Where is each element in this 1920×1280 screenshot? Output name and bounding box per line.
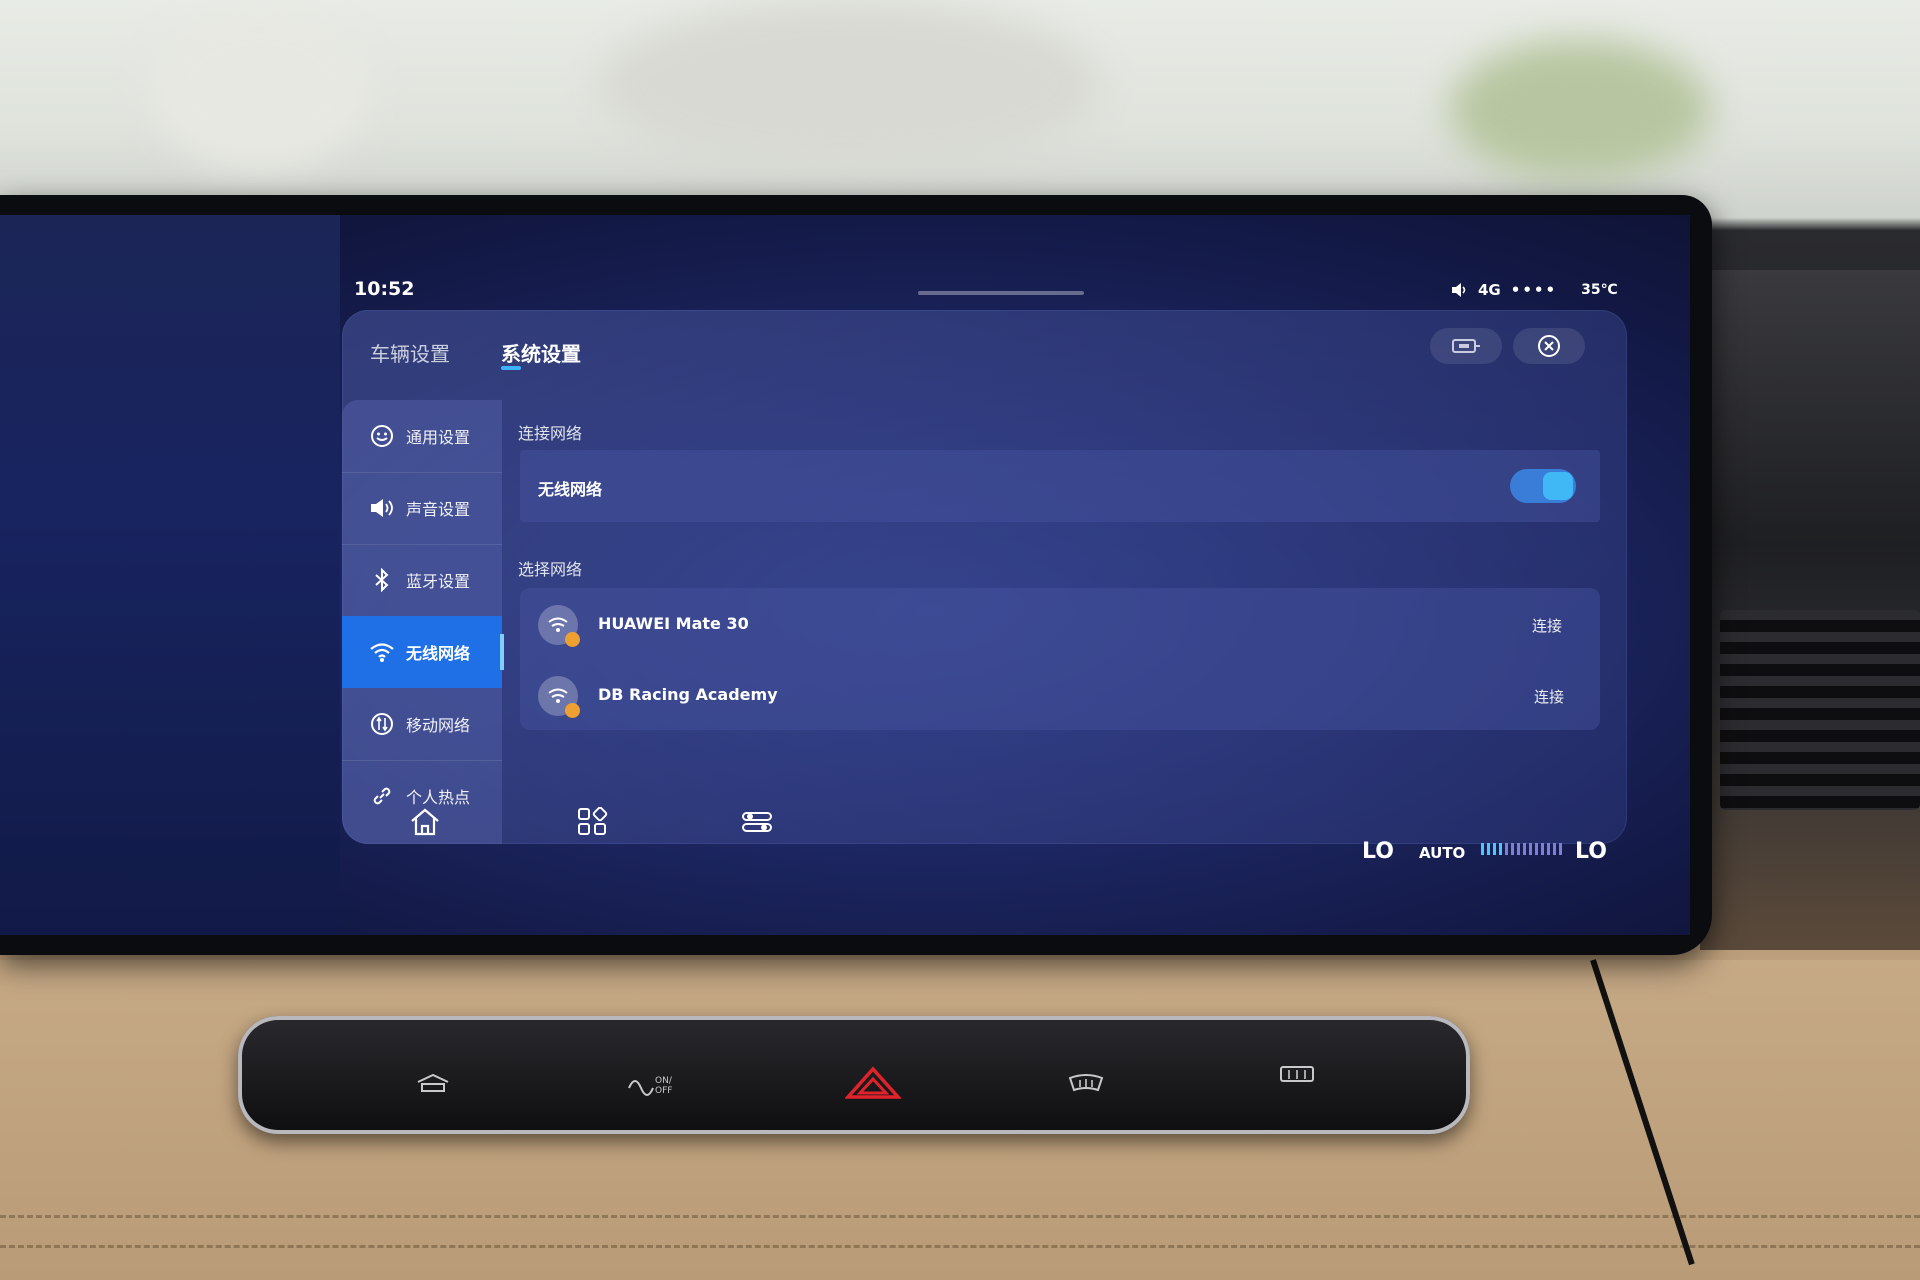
sidebar-item-label: 无线网络 bbox=[406, 644, 471, 663]
network-type: 4G bbox=[1478, 281, 1501, 299]
wifi-icon bbox=[368, 638, 396, 666]
network-name: DB Racing Academy bbox=[598, 685, 778, 704]
network-name: HUAWEI Mate 30 bbox=[598, 614, 749, 633]
toggle-knob bbox=[1543, 472, 1573, 500]
air-vent bbox=[1720, 610, 1920, 810]
drag-handle[interactable] bbox=[918, 291, 1084, 295]
outside-temperature: 35℃ bbox=[1581, 282, 1618, 298]
stitching bbox=[0, 1245, 1920, 1248]
screen-projection-button[interactable] bbox=[1430, 328, 1502, 364]
active-tab-indicator bbox=[501, 366, 521, 370]
svg-text:OFF: OFF bbox=[655, 1086, 672, 1096]
sidebar-item-general[interactable]: 通用设置 bbox=[342, 400, 502, 472]
vehicle-controls-icon[interactable] bbox=[740, 807, 774, 837]
sidebar-item-mobile-network[interactable]: 移动网络 bbox=[342, 688, 502, 760]
fan-speed-indicator[interactable] bbox=[1481, 843, 1562, 855]
secured-wifi-icon bbox=[538, 676, 580, 718]
background-building bbox=[600, 0, 1100, 170]
sidebar-item-label: 移动网络 bbox=[406, 716, 471, 735]
section-select-network: 选择网络 bbox=[518, 560, 583, 579]
section-connect-network: 连接网络 bbox=[518, 424, 583, 443]
bluetooth-icon bbox=[368, 566, 396, 594]
signal-dots: •••• bbox=[1510, 281, 1558, 299]
hazard-icon[interactable] bbox=[845, 1066, 901, 1100]
sidebar-item-label: 个人热点 bbox=[406, 788, 471, 807]
tab-system-settings[interactable]: 系统设置 bbox=[501, 338, 581, 367]
wifi-row-label: 无线网络 bbox=[538, 480, 603, 499]
secured-wifi-icon bbox=[538, 605, 580, 647]
settings-face-icon bbox=[368, 422, 396, 450]
connect-button[interactable]: 连接 bbox=[1534, 686, 1564, 707]
hotspot-link-icon bbox=[368, 782, 396, 810]
background-tree bbox=[1450, 40, 1710, 180]
sidebar-item-sound[interactable]: 声音设置 bbox=[342, 472, 502, 544]
tab-vehicle-settings[interactable]: 车辆设置 bbox=[370, 338, 450, 367]
sidebar-item-bluetooth[interactable]: 蓝牙设置 bbox=[342, 544, 502, 616]
sidebar-item-label: 声音设置 bbox=[406, 500, 471, 519]
rear-defrost-icon[interactable] bbox=[1278, 1064, 1316, 1086]
infotainment-screen: 10:52 4G •••• 35℃ 车辆设置 系统设置 通用设置 声音设置 蓝牙… bbox=[0, 215, 1690, 935]
svg-text:ON/: ON/ bbox=[655, 1076, 673, 1086]
lock-icon bbox=[565, 632, 580, 647]
connect-button[interactable]: 连接 bbox=[1532, 615, 1562, 636]
close-icon bbox=[1538, 335, 1560, 357]
right-temperature[interactable]: LO bbox=[1575, 839, 1607, 864]
left-temperature[interactable]: LO bbox=[1362, 839, 1394, 864]
climate-mode[interactable]: AUTO bbox=[1419, 844, 1465, 862]
map-area bbox=[0, 215, 340, 935]
volume-icon bbox=[1452, 283, 1466, 297]
network-item[interactable]: HUAWEI Mate 30 连接 bbox=[520, 588, 1600, 659]
clock: 10:52 bbox=[354, 278, 415, 300]
cast-icon bbox=[1452, 339, 1480, 353]
close-button[interactable] bbox=[1513, 328, 1585, 364]
status-area: 4G •••• 35℃ bbox=[1450, 281, 1618, 299]
mobile-network-icon bbox=[368, 710, 396, 738]
climate-power-icon[interactable]: ON/OFF bbox=[625, 1072, 681, 1096]
speaker-icon bbox=[368, 494, 396, 522]
stitching bbox=[0, 1215, 1920, 1218]
active-indicator bbox=[500, 634, 504, 670]
background-shape bbox=[150, 10, 370, 170]
sidebar-item-label: 蓝牙设置 bbox=[406, 572, 471, 591]
front-defrost-icon[interactable] bbox=[1066, 1072, 1106, 1094]
home-icon[interactable] bbox=[408, 807, 442, 837]
sidebar-item-label: 通用设置 bbox=[406, 428, 471, 447]
sidebar-item-wifi[interactable]: 无线网络 bbox=[342, 616, 504, 688]
network-item[interactable]: DB Racing Academy 连接 bbox=[520, 659, 1600, 730]
wifi-toggle-row[interactable]: 无线网络 bbox=[520, 450, 1600, 522]
wifi-toggle[interactable] bbox=[1510, 469, 1576, 503]
apps-grid-icon[interactable] bbox=[575, 807, 609, 837]
lock-icon bbox=[565, 703, 580, 718]
hood-defrost-icon[interactable] bbox=[415, 1072, 451, 1094]
